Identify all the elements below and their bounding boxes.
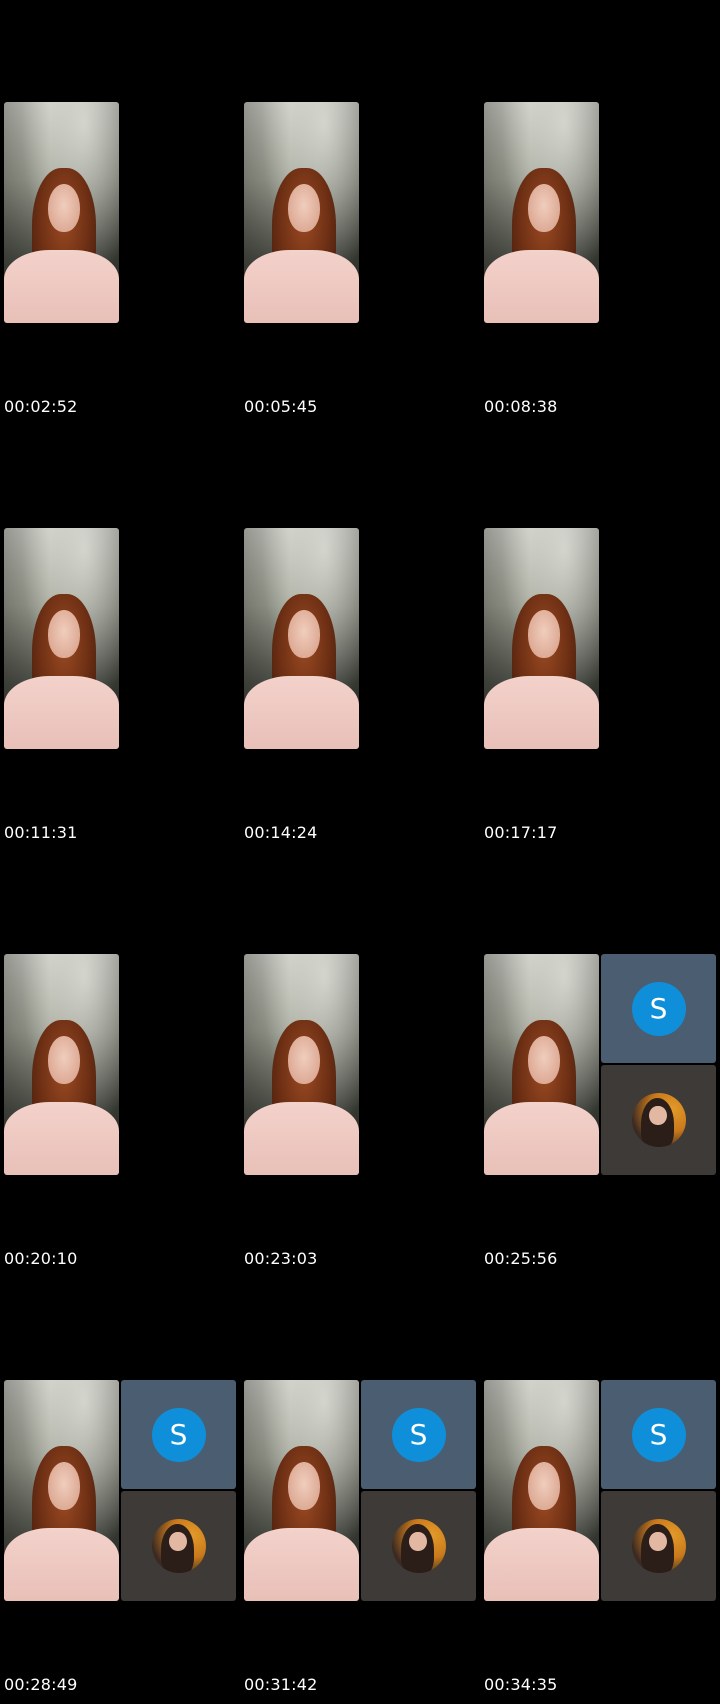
- video-frame: [4, 102, 119, 323]
- self-view-tile: [361, 1491, 476, 1601]
- participant-tile: S: [121, 1380, 236, 1489]
- video-frame: [484, 954, 599, 1175]
- participant-avatar-icon: S: [631, 981, 686, 1036]
- participant-avatar-icon: S: [631, 1407, 686, 1462]
- video-frame: [244, 1380, 359, 1601]
- timestamp-label: 00:31:42: [244, 1675, 318, 1694]
- timestamp-label: 00:11:31: [4, 823, 78, 842]
- thumbnail-cell[interactable]: S 00:34:35: [480, 1278, 720, 1704]
- timestamp-label: 00:02:52: [4, 397, 78, 416]
- self-view-tile: [601, 1065, 716, 1175]
- timestamp-label: 00:14:24: [244, 823, 318, 842]
- participant-tile: S: [361, 1380, 476, 1489]
- timestamp-label: 00:17:17: [484, 823, 558, 842]
- video-frame: [4, 528, 119, 749]
- timestamp-label: 00:23:03: [244, 1249, 318, 1268]
- thumbnail-cell[interactable]: S 00:25:56: [480, 852, 720, 1278]
- timestamp-label: 00:28:49: [4, 1675, 78, 1694]
- video-frame: [244, 528, 359, 749]
- video-frame: [484, 102, 599, 323]
- user-avatar-icon: [631, 1519, 686, 1573]
- thumbnail-cell[interactable]: 00:17:17: [480, 426, 720, 852]
- timestamp-label: 00:05:45: [244, 397, 318, 416]
- timestamp-label: 00:20:10: [4, 1249, 78, 1268]
- participant-tile: S: [601, 1380, 716, 1489]
- thumbnail-cell[interactable]: 00:08:38: [480, 0, 720, 426]
- video-frame: [4, 954, 119, 1175]
- user-avatar-icon: [631, 1093, 686, 1147]
- thumbnail-cell[interactable]: S 00:28:49: [0, 1278, 240, 1704]
- thumbnail-cell[interactable]: 00:14:24: [240, 426, 480, 852]
- timestamp-label: 00:08:38: [484, 397, 558, 416]
- video-frame: [244, 954, 359, 1175]
- self-view-tile: [121, 1491, 236, 1601]
- thumbnail-grid: 00:02:52 00:05:45 00:08:38 00:11:31 00:1…: [0, 0, 720, 1704]
- participant-tile: S: [601, 954, 716, 1063]
- video-frame: [484, 1380, 599, 1601]
- timestamp-label: 00:34:35: [484, 1675, 558, 1694]
- thumbnail-cell[interactable]: 00:20:10: [0, 852, 240, 1278]
- participant-avatar-icon: S: [391, 1407, 446, 1462]
- thumbnail-cell[interactable]: 00:23:03: [240, 852, 480, 1278]
- timestamp-label: 00:25:56: [484, 1249, 558, 1268]
- thumbnail-cell[interactable]: 00:02:52: [0, 0, 240, 426]
- user-avatar-icon: [151, 1519, 206, 1573]
- participant-avatar-icon: S: [151, 1407, 206, 1462]
- self-view-tile: [601, 1491, 716, 1601]
- video-frame: [4, 1380, 119, 1601]
- thumbnail-cell[interactable]: S 00:31:42: [240, 1278, 480, 1704]
- video-frame: [484, 528, 599, 749]
- video-frame: [244, 102, 359, 323]
- user-avatar-icon: [391, 1519, 446, 1573]
- thumbnail-cell[interactable]: 00:05:45: [240, 0, 480, 426]
- thumbnail-cell[interactable]: 00:11:31: [0, 426, 240, 852]
